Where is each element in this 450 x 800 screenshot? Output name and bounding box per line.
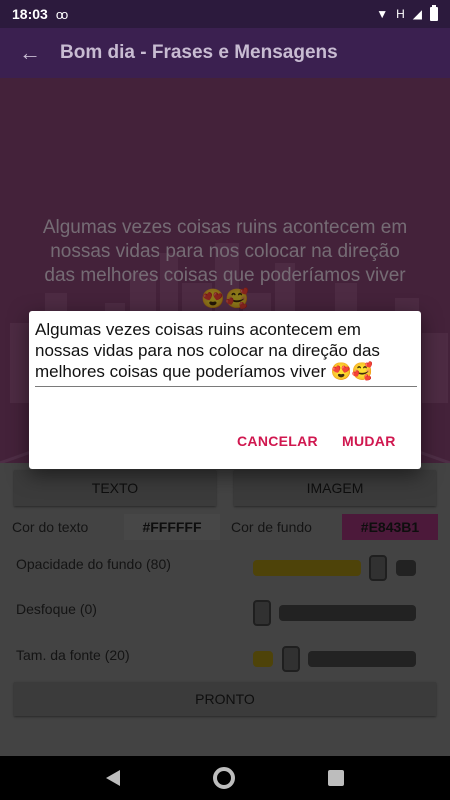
cancel-button[interactable]: CANCELAR xyxy=(237,433,318,449)
nav-back-icon[interactable] xyxy=(106,770,121,786)
status-time: 18:03 xyxy=(12,6,48,22)
network-type: H xyxy=(396,7,405,21)
change-button[interactable]: MUDAR xyxy=(342,433,396,449)
status-bar: 18:03 oo ▼ H ◢ xyxy=(0,0,450,28)
signal-icon: ◢ xyxy=(412,7,422,21)
app-bar: ← Bom dia - Frases e Mensagens xyxy=(0,28,450,78)
back-arrow-icon[interactable]: ← xyxy=(0,40,60,66)
status-icons: ▼ H ◢ xyxy=(376,5,438,21)
edit-text-dialog: Algumas vezes coisas ruins acontecem em … xyxy=(29,311,421,469)
nav-recents-icon[interactable] xyxy=(327,770,344,786)
page-title: Bom dia - Frases e Mensagens xyxy=(60,42,338,63)
nav-home-icon[interactable] xyxy=(212,767,235,789)
wifi-icon: ▼ xyxy=(376,7,389,21)
quote-text-input[interactable]: Algumas vezes coisas ruins acontecem em … xyxy=(35,319,417,387)
voicemail-icon: oo xyxy=(55,6,69,22)
system-nav-bar xyxy=(0,756,450,800)
battery-icon xyxy=(430,5,438,21)
